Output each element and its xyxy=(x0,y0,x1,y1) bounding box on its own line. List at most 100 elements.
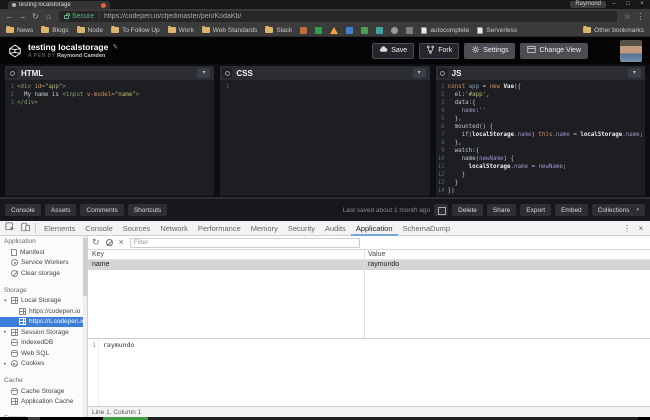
tab-close-icon[interactable] xyxy=(101,2,106,8)
console-button[interactable]: Console xyxy=(5,204,41,216)
delete-item-icon[interactable]: × xyxy=(119,236,124,249)
comments-button[interactable]: Comments xyxy=(80,204,124,216)
sidebar-item-indexeddb[interactable]: IndexedDB xyxy=(0,338,87,349)
back-icon[interactable]: ← xyxy=(4,9,15,24)
sidebar-scrollbar[interactable] xyxy=(83,236,87,417)
bookmark-item[interactable]: News xyxy=(6,25,33,34)
share-button[interactable]: Share xyxy=(486,204,517,216)
editor-settings-icon[interactable] xyxy=(437,68,448,78)
bookmark-item[interactable] xyxy=(315,26,323,34)
sidebar-item-https-codepen-io[interactable]: https://codepen.io xyxy=(0,306,87,317)
devtools-tab-memory[interactable]: Memory xyxy=(246,221,283,236)
home-icon[interactable]: ⌂ xyxy=(43,9,54,24)
code-area[interactable]: 1 xyxy=(220,80,429,196)
sidebar-item-https-s-codepen-io[interactable]: https://s.codepen.io xyxy=(0,316,87,327)
expander-arrow-icon[interactable]: ▾ xyxy=(4,298,11,304)
devtools-close-icon[interactable]: × xyxy=(634,221,648,236)
expander-arrow-icon[interactable]: ▸ xyxy=(4,361,11,367)
devtools-tab-console[interactable]: Console xyxy=(80,221,118,236)
devtools-menu-icon[interactable]: ⋮ xyxy=(620,221,634,236)
browser-tab[interactable]: testing localstorage xyxy=(8,1,110,9)
embed-button[interactable]: Embed xyxy=(555,204,588,216)
bookmark-item[interactable] xyxy=(300,26,308,34)
favicon-triangle-icon xyxy=(330,26,339,34)
editor-settings-icon[interactable] xyxy=(222,68,233,78)
devtools-tab-application[interactable]: Application xyxy=(351,221,398,236)
sidebar-item-manifest[interactable]: Manifest xyxy=(0,247,87,258)
avatar[interactable] xyxy=(620,39,642,62)
sidebar-item-cache-storage[interactable]: Cache Storage xyxy=(0,386,87,397)
codepen-logo-icon[interactable] xyxy=(8,44,22,58)
collections-button[interactable]: Collections ▾ xyxy=(591,204,645,216)
inspect-element-icon[interactable] xyxy=(2,221,17,235)
sidebar-item-cookies[interactable]: ▸ Cookies xyxy=(0,359,87,370)
sidebar-item-session-storage[interactable]: ▸ Session Storage xyxy=(0,327,87,338)
minimize-icon[interactable]: – xyxy=(608,1,620,8)
saved-history-icon[interactable] xyxy=(434,204,449,216)
bookmark-item[interactable] xyxy=(346,26,354,34)
restore-icon[interactable]: □ xyxy=(622,1,634,8)
sidebar-item-service-workers[interactable]: Service Workers xyxy=(0,258,87,269)
expander-arrow-icon[interactable]: ▸ xyxy=(4,329,11,335)
gear-icon xyxy=(471,45,480,56)
sidebar-item-application-cache[interactable]: Application Cache xyxy=(0,397,87,408)
column-header-key[interactable]: Key xyxy=(88,250,364,259)
bookmark-item[interactable] xyxy=(376,26,384,34)
bookmark-item[interactable]: Node xyxy=(76,25,103,34)
devtools-tab-schemadump[interactable]: SchemaDump xyxy=(398,221,456,236)
editor-settings-icon[interactable] xyxy=(7,68,17,78)
bookmark-item[interactable] xyxy=(330,26,339,34)
bookmark-item[interactable]: Work xyxy=(167,25,194,34)
sidebar-item-web-sql[interactable]: Web SQL xyxy=(0,348,87,359)
grid-icon xyxy=(19,318,26,326)
save-button[interactable]: Save xyxy=(372,42,415,59)
sidebar-item-local-storage[interactable]: ▾ Local Storage xyxy=(0,296,87,307)
bookmark-item[interactable] xyxy=(361,26,369,34)
column-header-value[interactable]: Value xyxy=(364,250,650,259)
sidebar-section: Application Manifest Service Workers Clear … xyxy=(0,236,87,279)
other-bookmarks[interactable]: Other bookmarks xyxy=(583,25,644,34)
edit-pencil-icon[interactable]: ✎ xyxy=(112,43,118,51)
devtools-tab-audits[interactable]: Audits xyxy=(320,221,351,236)
folder-icon xyxy=(111,25,120,33)
devtools-tab-elements[interactable]: Elements xyxy=(39,221,80,236)
sidebar-item-clear-storage[interactable]: Clear storage xyxy=(0,268,87,279)
fork-button[interactable]: Fork xyxy=(419,42,460,59)
storage-row[interactable]: name raymundo xyxy=(88,260,650,270)
bookmark-item[interactable]: autocomplete xyxy=(421,26,469,34)
refresh-icon[interactable]: ↻ xyxy=(92,236,100,249)
device-toolbar-icon[interactable] xyxy=(17,222,32,235)
clear-storage-icon[interactable] xyxy=(105,239,113,246)
browser-menu-icon[interactable]: ⋮ xyxy=(635,9,646,24)
chevron-down-icon[interactable]: ▾ xyxy=(412,68,426,78)
pen-author-link[interactable]: Raymond Camden xyxy=(57,53,105,59)
delete-button[interactable]: Delete xyxy=(452,204,483,216)
bookmark-item[interactable]: Web Standards xyxy=(201,25,257,34)
bookmark-item[interactable] xyxy=(406,26,414,34)
change-view-button[interactable]: Change View xyxy=(520,42,588,59)
profile-button[interactable]: Raymond xyxy=(570,1,606,8)
reload-icon[interactable]: ↻ xyxy=(30,9,41,24)
devtools-tab-network[interactable]: Network xyxy=(155,221,193,236)
code-area[interactable]: 1 <div id= "app" >2 My name is <input v-mod… xyxy=(5,80,214,196)
devtools-tab-sources[interactable]: Sources xyxy=(118,221,156,236)
bookmark-item[interactable]: Slack xyxy=(265,25,292,34)
bookmark-item[interactable]: Serverless xyxy=(477,26,517,34)
chevron-down-icon[interactable]: ▾ xyxy=(197,68,211,78)
forward-icon[interactable]: → xyxy=(17,9,28,24)
shortcuts-button[interactable]: Shortcuts xyxy=(127,204,168,216)
export-button[interactable]: Export xyxy=(520,204,552,216)
address-bar[interactable]: Secure | https://codepen.io/cfjedimaster… xyxy=(59,11,617,22)
bookmark-star-icon[interactable]: ☆ xyxy=(622,9,633,24)
filter-input[interactable] xyxy=(129,237,360,248)
bookmark-item[interactable]: Blogs xyxy=(41,25,69,34)
assets-button[interactable]: Assets xyxy=(44,204,77,216)
chevron-down-icon[interactable]: ▾ xyxy=(627,68,641,78)
code-area[interactable]: 1 const app = new Vue({2 el: '#app', 3 data… xyxy=(436,80,645,196)
close-icon[interactable]: × xyxy=(636,1,648,8)
bookmark-item[interactable] xyxy=(391,26,399,34)
bookmark-item[interactable]: To Follow Up xyxy=(111,25,160,34)
devtools-tab-security[interactable]: Security xyxy=(283,221,320,236)
devtools-tab-performance[interactable]: Performance xyxy=(193,221,246,236)
settings-button[interactable]: Settings xyxy=(464,42,516,59)
